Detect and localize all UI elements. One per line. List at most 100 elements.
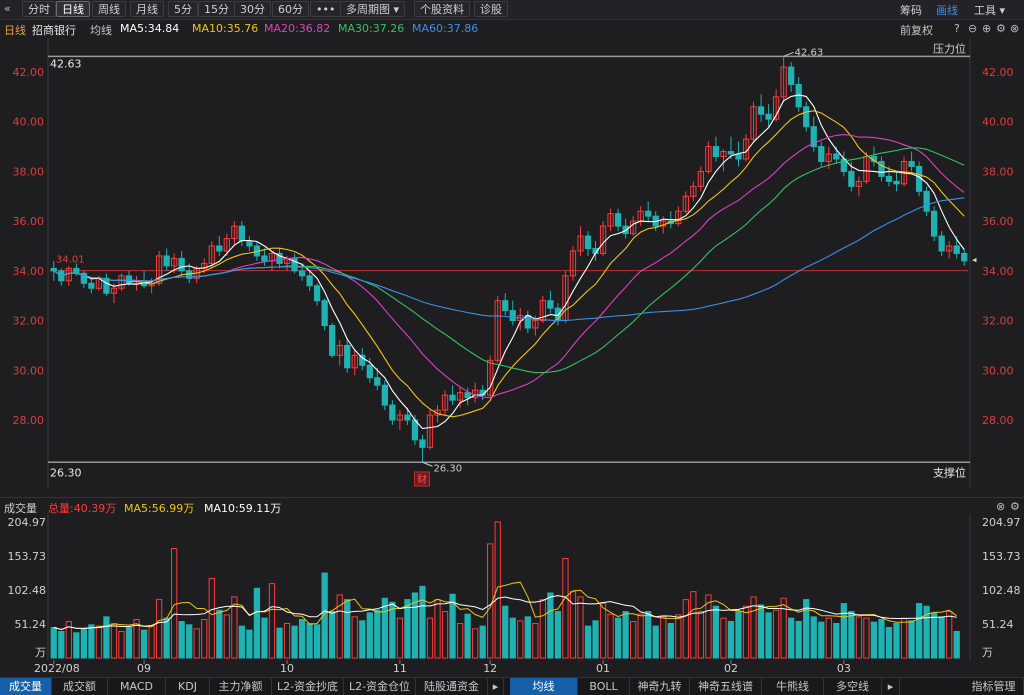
- candle-body: [645, 210, 652, 217]
- left-price-mark: 34.01: [56, 255, 85, 266]
- indicator-tab-8[interactable]: ▸: [488, 678, 504, 695]
- indicator-tab-12[interactable]: 神奇五线谱: [690, 678, 762, 695]
- volume-bar: [155, 599, 163, 659]
- indicator-tab-10[interactable]: BOLL: [578, 678, 630, 695]
- ma-header: 日线 招商银行 均线 MA5:34.84 MA10:35.76 MA20:36.…: [0, 20, 1024, 37]
- toolbar-tools-button[interactable]: 工具 ▾: [974, 2, 1005, 18]
- ma30-line: [53, 147, 965, 374]
- indicator-tab-11[interactable]: 神奇九转: [630, 678, 690, 695]
- volume-bar: [539, 599, 546, 659]
- volume-bar: [374, 609, 381, 659]
- candle-body: [50, 267, 57, 272]
- volume-bar: [690, 591, 697, 659]
- indicator-tab-9[interactable]: 均线: [510, 678, 578, 695]
- toolbar-chip-button[interactable]: 筹码: [900, 2, 922, 18]
- settings-icon[interactable]: ⚙: [996, 22, 1006, 35]
- toolbar-tab-10[interactable]: 个股资料: [414, 1, 470, 17]
- price-plot: 42.00 42.00 40.00 40.00 38.00 38.00 36.00 36.00…: [13, 38, 1014, 488]
- toolbar-tab-5[interactable]: 15分: [198, 1, 235, 17]
- current-price-arrow-icon: ◂: [972, 255, 977, 265]
- volume-bar: [675, 614, 682, 659]
- adjust-selector[interactable]: 前复权: [900, 22, 933, 38]
- volume-bar: [464, 613, 471, 659]
- volume-bar: [607, 613, 614, 659]
- indicator-tab-7[interactable]: 陆股通资金: [416, 678, 488, 695]
- volume-bar: [313, 624, 321, 659]
- volume-bar: [276, 627, 283, 659]
- x-tick-label: 01: [596, 662, 610, 675]
- volume-settings-icon[interactable]: ⚙: [1010, 500, 1020, 513]
- toolbar-tab-7[interactable]: 60分: [272, 1, 309, 17]
- ma-mode-label[interactable]: 均线: [90, 22, 112, 38]
- volume-close-icon[interactable]: ⊗: [996, 500, 1005, 513]
- candle-body: [923, 190, 930, 212]
- volume-bar: [186, 624, 193, 659]
- volume-bar: [893, 622, 900, 659]
- volume-plot: 204.97 204.97 153.73 153.73 102.48 102.48 51.2…: [8, 514, 1021, 660]
- candle-body: [404, 414, 411, 421]
- indicator-tab-1[interactable]: 成交额: [52, 678, 108, 695]
- price-chart[interactable]: 42.00 42.00 40.00 40.00 38.00 38.00 36.00 36.00…: [0, 38, 1024, 488]
- ma20-value: MA20:36.82: [264, 22, 331, 35]
- indicator-tab-2[interactable]: MACD: [108, 678, 166, 695]
- volume-bar: [502, 605, 509, 659]
- candle-body: [803, 106, 810, 128]
- indicator-tab-14[interactable]: 多空线: [824, 678, 882, 695]
- volume-bar: [125, 626, 133, 659]
- toolbar-tab-11[interactable]: 诊股: [474, 1, 508, 17]
- indicator-tab-0[interactable]: 成交量: [0, 678, 52, 695]
- x-tick-label: 03: [837, 662, 851, 675]
- volume-bar: [915, 603, 923, 659]
- toolbar-tab-6[interactable]: 30分: [234, 1, 271, 17]
- volume-bar: [682, 599, 689, 659]
- y-tick-label-left: 30.00: [13, 364, 45, 377]
- volume-bar: [359, 620, 366, 659]
- indicator-tab-15[interactable]: ▸: [882, 678, 900, 695]
- volume-bar: [261, 617, 268, 659]
- candle-body: [464, 392, 471, 399]
- back-icon[interactable]: «: [4, 2, 11, 15]
- candle-body: [765, 113, 772, 120]
- help-icon[interactable]: ?: [954, 22, 960, 35]
- indicator-tab-3[interactable]: KDJ: [166, 678, 210, 695]
- volume-bar: [946, 611, 953, 659]
- toolbar-tab-9[interactable]: 多周期图 ▾: [340, 1, 406, 17]
- indicator-tab-4[interactable]: 主力净额: [210, 678, 272, 695]
- indicator-tab-13[interactable]: 牛熊线: [762, 678, 824, 695]
- volume-bar: [667, 622, 674, 659]
- volume-bar: [577, 596, 584, 659]
- volume-chart[interactable]: 204.97 204.97 153.73 153.73 102.48 102.48 51.2…: [0, 514, 1024, 660]
- volume-bar: [216, 609, 223, 659]
- volume-bar: [351, 616, 358, 659]
- toolbar-tab-1[interactable]: 日线: [56, 1, 90, 17]
- volume-bar: [472, 628, 479, 659]
- toolbar-tab-3[interactable]: 月线: [130, 1, 164, 17]
- toolbar-tab-2[interactable]: 周线: [92, 1, 126, 17]
- volume-bar: [524, 616, 531, 659]
- y-tick-label-right: 28.00: [982, 414, 1014, 427]
- indicator-tab-bar: 成交量 成交额 MACD KDJ 主力净额 L2-资金抄底 L2-资金仓位 陆股通资金 ▸ 均线 B…: [0, 677, 1024, 695]
- zoom-out-icon[interactable]: ⊖: [968, 22, 977, 35]
- volume-bar: [163, 617, 170, 659]
- volume-tick-left: 153.73: [8, 550, 47, 563]
- period-label: 日线: [4, 24, 26, 37]
- y-tick-label-right: 38.00: [982, 165, 1014, 178]
- indicator-tab-16[interactable]: 指标管理: [964, 678, 1024, 695]
- toolbar-tab-0[interactable]: 分时: [22, 1, 56, 17]
- candle-body: [818, 146, 825, 162]
- volume-bar: [584, 625, 592, 659]
- zoom-in-icon[interactable]: ⊕: [982, 22, 991, 35]
- volume-bar: [848, 611, 855, 659]
- toolbar-tab-8[interactable]: •••: [310, 1, 342, 17]
- candle-body: [908, 160, 915, 167]
- volume-bar: [223, 614, 230, 659]
- toolbar-draw-button[interactable]: 画线: [936, 2, 958, 18]
- indicator-tab-6[interactable]: L2-资金仓位: [344, 678, 416, 695]
- volume-unit-right: 万: [982, 646, 993, 659]
- toolbar-tab-4[interactable]: 5分: [168, 1, 198, 17]
- indicator-tab-5[interactable]: L2-资金抄底: [272, 678, 344, 695]
- volume-bar: [419, 585, 426, 659]
- support-label: 支撑位: [933, 465, 966, 479]
- close-icon[interactable]: ⊗: [1010, 22, 1019, 35]
- candle-body: [931, 210, 938, 237]
